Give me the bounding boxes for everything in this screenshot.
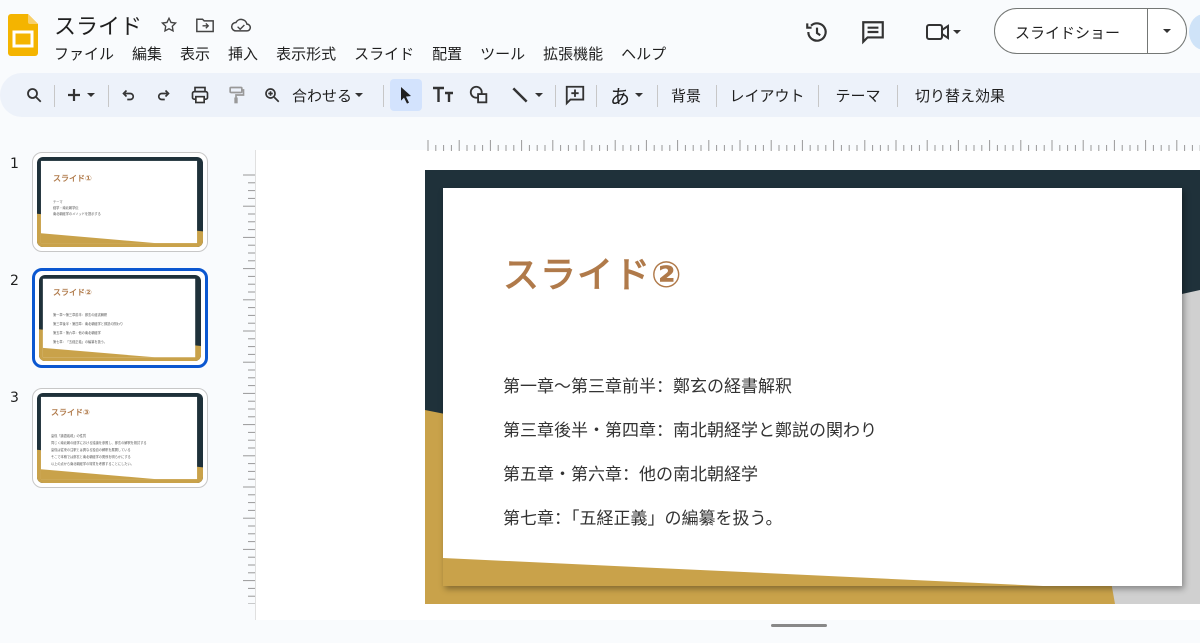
- thumbnail-title: スライド③: [51, 408, 90, 417]
- thumbnail-line: 第五章・第六章：他の南北朝経学: [53, 331, 101, 335]
- comments-icon[interactable]: [857, 16, 889, 48]
- menu-bar: ファイル 編集 表示 挿入 表示形式 スライド 配置 ツール 拡張機能 ヘルプ: [54, 42, 684, 66]
- slide-filmstrip: 1 スライド① テーマ 経学・南北朝学伝 南北朝経学のメソッドを提示する 2 ス…: [0, 120, 220, 643]
- plus-icon: [68, 89, 80, 101]
- transition-button[interactable]: 切り替え効果: [906, 73, 1014, 117]
- new-slide-button[interactable]: [60, 73, 102, 117]
- toolbar-divider: [383, 85, 384, 107]
- menu-insert[interactable]: 挿入: [228, 42, 267, 66]
- menu-extensions[interactable]: 拡張機能: [543, 42, 612, 66]
- slide-canvas[interactable]: スライド② 第一章～第三章前半：鄭玄の経書解釈 第三章後半・第四章：南北朝経学と…: [425, 170, 1200, 604]
- menu-file[interactable]: ファイル: [54, 42, 123, 66]
- chevron-down-icon: [355, 93, 364, 97]
- slides-logo-icon[interactable]: [8, 14, 38, 56]
- slide-content-area[interactable]: スライド② 第一章～第三章前半：鄭玄の経書解釈 第三章後半・第四章：南北朝経学と…: [443, 188, 1182, 586]
- slide-title[interactable]: スライド②: [503, 246, 682, 298]
- menu-slide[interactable]: スライド: [354, 42, 423, 66]
- slide-thumbnail-1[interactable]: スライド① テーマ 経学・南北朝学伝 南北朝経学のメソッドを提示する: [32, 152, 208, 252]
- theme-button[interactable]: テーマ: [828, 73, 888, 117]
- background-button[interactable]: 背景: [664, 73, 708, 117]
- menu-view[interactable]: 表示: [180, 42, 219, 66]
- line-tool-button[interactable]: [504, 73, 550, 117]
- redo-icon[interactable]: [152, 73, 176, 117]
- toolbar: 合わせる あ 背景 レイアウト テーマ 切り替え効果: [0, 73, 1200, 117]
- input-tools-button[interactable]: あ: [604, 73, 650, 117]
- chevron-down-icon: [87, 93, 95, 97]
- share-button-edge[interactable]: [1189, 14, 1200, 50]
- version-history-icon[interactable]: [801, 16, 833, 48]
- shape-icon[interactable]: [466, 73, 492, 117]
- slide-number: 1: [10, 156, 19, 172]
- menu-help[interactable]: ヘルプ: [621, 42, 675, 66]
- chevron-down-icon: [953, 30, 961, 34]
- toolbar-divider: [108, 85, 109, 107]
- vertical-ruler[interactable]: [242, 172, 256, 604]
- meet-video-button[interactable]: [918, 16, 970, 48]
- slideshow-label: スライドショー: [1015, 24, 1121, 42]
- thumbnail-body: 第一章～第三章前半：鄭玄の経書解釈 第三章後半・第四章：南北朝経学と鄭説の関わり…: [53, 311, 123, 347]
- thumbnail-line: 皇侃は従来の注釈とは異なる独自の解釈を展開している: [51, 448, 131, 452]
- select-tool-icon[interactable]: [390, 79, 422, 111]
- zoom-label: 合わせる: [292, 86, 353, 105]
- thumbnail-line: そこで本稿では鄭玄と南北朝経学の関係を明らかにする: [51, 455, 131, 459]
- menu-tools[interactable]: ツール: [480, 42, 534, 66]
- zoom-icon[interactable]: [260, 73, 284, 117]
- speaker-notes-drag-handle[interactable]: [771, 624, 827, 627]
- toolbar-divider: [897, 85, 898, 107]
- thumbnail-title: スライド①: [53, 174, 92, 183]
- menu-format[interactable]: 表示形式: [276, 42, 345, 66]
- thumbnail-line: 以上の点から南北朝経学の特質を考察することにしたい。: [51, 462, 134, 466]
- thumbnail-line: 皇侃「論語義疏」の性質: [51, 434, 87, 438]
- cloud-status-icon[interactable]: [229, 13, 253, 37]
- menu-arrange[interactable]: 配置: [432, 42, 471, 66]
- thumbnail-line: 南北朝経学のメソッドを提示する: [53, 212, 101, 216]
- toolbar-divider: [555, 85, 556, 107]
- paint-format-icon[interactable]: [224, 73, 248, 117]
- slide-body-line[interactable]: 第三章後半・第四章：南北朝経学と鄭説の関わり: [503, 416, 877, 441]
- input-tools-label: あ: [610, 84, 630, 109]
- thumbnail-line: 第七章：「五経正義」の編纂を扱う。: [53, 340, 107, 344]
- slide-body-line[interactable]: 第七章：「五経正義」の編纂を扱う。: [503, 504, 782, 529]
- horizontal-ruler[interactable]: [424, 136, 1200, 152]
- slide-number: 2: [10, 273, 19, 289]
- star-icon[interactable]: [157, 13, 181, 37]
- slideshow-dropdown[interactable]: [1148, 9, 1186, 53]
- thumbnail-title: スライド②: [53, 288, 92, 297]
- slide-thumbnail-2[interactable]: スライド② 第一章～第三章前半：鄭玄の経書解釈 第三章後半・第四章：南北朝経学と…: [32, 268, 208, 368]
- chevron-down-icon: [535, 93, 543, 97]
- slide-number: 3: [10, 390, 19, 406]
- video-camera-icon: [926, 24, 949, 40]
- thumbnail-line: 同じく南北朝の経学における議論を参照し、鄭玄の解釈を検討する: [51, 441, 147, 445]
- thumbnail-body: 皇侃「論語義疏」の性質 同じく南北朝の経学における議論を参照し、鄭玄の解釈を検討…: [51, 433, 147, 468]
- layout-button[interactable]: レイアウト: [724, 73, 810, 117]
- chevron-down-icon: [635, 93, 643, 97]
- thumbnail-line: 第一章～第三章前半：鄭玄の経書解釈: [53, 313, 108, 317]
- print-icon[interactable]: [188, 73, 212, 117]
- toolbar-divider: [818, 85, 819, 107]
- line-icon: [512, 87, 528, 103]
- zoom-select[interactable]: 合わせる: [292, 73, 374, 117]
- thumbnail-body: テーマ 経学・南北朝学伝 南北朝経学のメソッドを提示する: [53, 199, 101, 217]
- menu-edit[interactable]: 編集: [132, 42, 171, 66]
- document-title[interactable]: スライド: [54, 9, 142, 41]
- chevron-down-icon: [1163, 29, 1171, 33]
- slide-thumbnail-3[interactable]: スライド③ 皇侃「論語義疏」の性質 同じく南北朝の経学における議論を参照し、鄭玄…: [32, 388, 208, 488]
- search-menus-icon[interactable]: [20, 73, 48, 117]
- toolbar-divider: [716, 85, 717, 107]
- toolbar-divider: [596, 85, 597, 107]
- thumbnail-line: 第三章後半・第四章：南北朝経学と鄭説の関わり: [53, 322, 124, 326]
- toolbar-divider: [54, 85, 55, 107]
- move-folder-icon[interactable]: [193, 13, 217, 37]
- slideshow-button[interactable]: スライドショー: [994, 8, 1187, 54]
- slide-body-line[interactable]: 第五章・第六章：他の南北朝経学: [503, 460, 758, 485]
- text-box-icon[interactable]: [430, 73, 456, 117]
- add-comment-icon[interactable]: [562, 73, 588, 117]
- undo-icon[interactable]: [116, 73, 140, 117]
- slide-body-line[interactable]: 第一章～第三章前半：鄭玄の経書解釈: [503, 372, 792, 397]
- title-bar: スライド ファイル 編集 表示 挿入 表示形式 スライド 配置 ツール 拡張機能…: [0, 0, 1200, 68]
- toolbar-divider: [657, 85, 658, 107]
